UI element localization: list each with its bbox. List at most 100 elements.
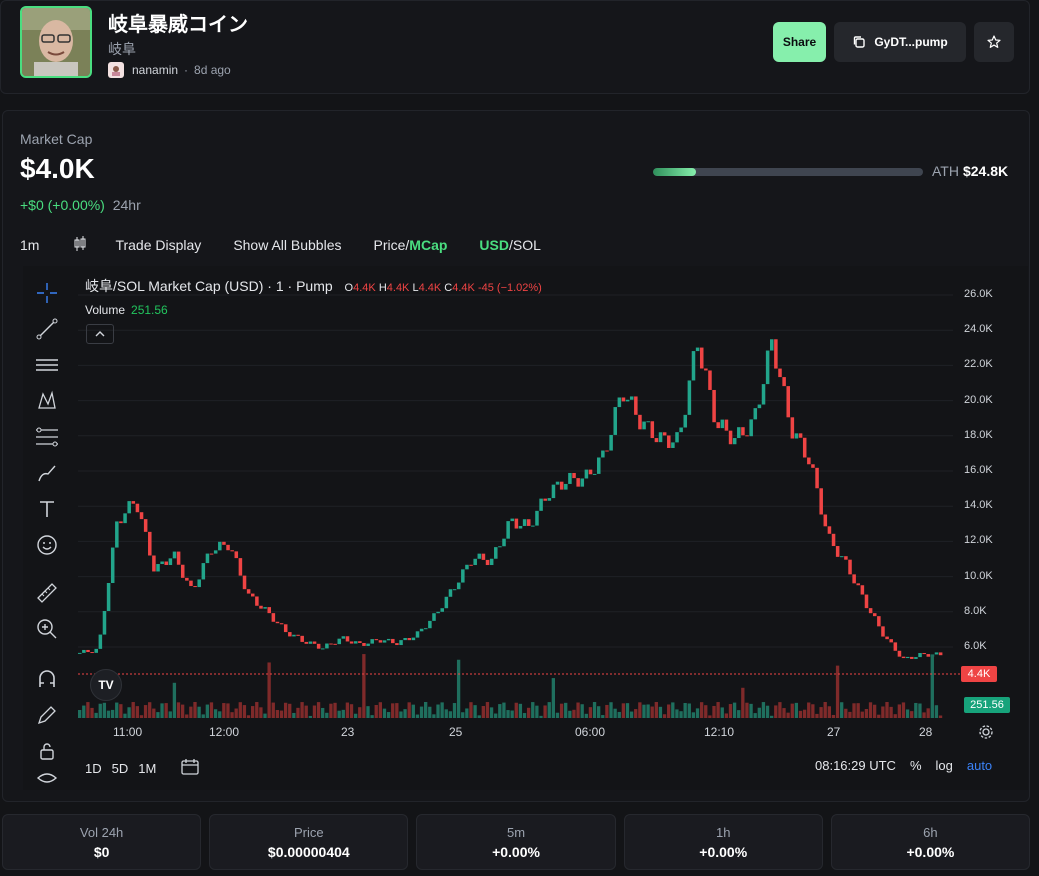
candle [597,457,601,474]
candle [469,564,473,566]
tradingview-logo[interactable]: TV [90,669,122,701]
volume-bar [732,702,737,718]
candle [94,648,98,653]
utc-clock[interactable]: 08:16:29 UTC [815,758,896,773]
candle [411,637,416,641]
candle [510,518,515,522]
volume-bar [337,710,341,718]
favorite-button[interactable] [974,22,1014,62]
chart-toolbar: 1m Trade Display Show All Bubbles Price/… [20,235,573,255]
volume-bar [687,703,691,718]
share-button[interactable]: Share [773,22,826,62]
log-scale-toggle[interactable]: log [936,758,953,773]
chart-legend: 岐阜/SOL Market Cap (USD) · 1 · Pump O4.4K… [85,276,542,296]
candle [889,639,893,643]
volume-bar [428,706,432,718]
volume-bar [218,711,222,718]
volume-bar [893,714,897,718]
high-value: 4.4K [386,282,410,294]
volume-bar [856,703,860,718]
candle [403,637,407,641]
candle [226,544,230,551]
range-1m[interactable]: 1M [138,761,156,776]
chart-settings-button[interactable] [978,724,994,745]
range-1d[interactable]: 1D [85,761,102,776]
price-chart[interactable]: 岐阜/SOL Market Cap (USD) · 1 · Pump O4.4K… [23,266,1028,790]
volume-bar [934,705,939,718]
auto-scale-toggle[interactable]: auto [967,758,992,773]
token-age: 8d ago [194,63,231,77]
collapse-legend-button[interactable] [86,324,114,344]
date-range-button[interactable] [180,758,200,779]
token-avatar[interactable] [20,6,92,78]
volume-bar [292,712,296,718]
volume-bar [139,715,144,718]
range-5d[interactable]: 5D [112,761,129,776]
candle [679,427,683,433]
creator-avatar[interactable] [108,62,124,78]
candle [362,642,366,646]
candle [329,643,333,645]
candle [683,414,688,428]
candle [864,594,869,609]
volume-bar [559,703,564,718]
volume-bar [897,704,902,718]
candle [765,350,770,385]
candle [465,564,469,570]
show-all-bubbles-toggle[interactable]: Show All Bubbles [233,237,341,253]
volume-bar [564,702,568,718]
candle [271,613,276,622]
volume-value: 251.56 [131,303,168,317]
candle [564,483,568,490]
creator-name[interactable]: nanamin [132,63,178,77]
token-symbol: 岐阜 [108,42,136,58]
candle [741,427,745,436]
ath-progress-bar [653,168,923,176]
volume-bar [415,714,420,718]
trade-display-toggle[interactable]: Trade Display [115,237,201,253]
volume-bar [621,703,626,718]
last-volume-tag: 251.56 [964,697,1010,713]
volume-bar [399,711,403,718]
volume-bar [852,703,856,718]
price-label: Price/ [373,237,410,253]
interval-selector[interactable]: 1m [20,237,39,253]
candle [671,442,675,448]
candle [716,422,720,429]
candle [448,589,453,597]
candle-type-button[interactable] [71,235,89,256]
price-mcap-toggle[interactable]: Price/MCap [374,237,448,253]
candle [395,643,399,646]
volume-bar [601,715,605,718]
percent-scale-toggle[interactable]: % [910,758,922,773]
volume-bar [518,703,523,718]
volume-bar [765,705,770,718]
candle [778,368,782,378]
volume-bar [370,715,374,718]
currency-toggle[interactable]: USD/SOL [479,237,540,253]
volume-bar [391,703,395,718]
volume-bar [271,702,275,718]
x-tick-label: 28 [919,725,933,739]
candle [658,432,663,443]
candle [341,636,346,639]
candle [901,656,906,659]
volume-bar [844,708,848,718]
volume-bar [259,707,263,718]
token-name: 岐阜暴威コイン [108,12,248,36]
candle [910,656,914,659]
candlestick-plot[interactable] [23,266,1028,790]
candle [275,621,280,624]
copy-address-button[interactable]: GyDT...pump [834,22,966,62]
volume-bar [901,702,906,718]
volume-bar [296,707,300,718]
volume-bar [613,708,617,718]
candle [349,641,354,644]
volume-bar [440,702,444,718]
volume-bar [654,702,658,718]
candle [559,481,564,490]
candle [634,396,638,415]
volume-bar [757,707,761,718]
candle [115,521,119,548]
candle [572,472,576,479]
